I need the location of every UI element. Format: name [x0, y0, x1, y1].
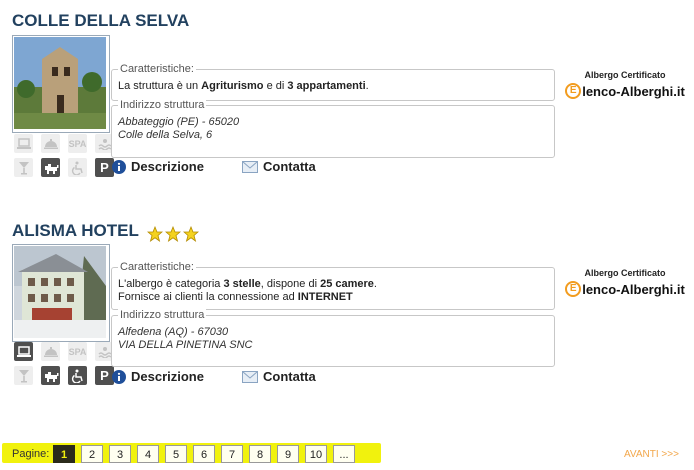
star-icon: [183, 223, 201, 242]
pagination-bar: Pagine: 1 2 3 4 5 6 7 8 9 10... AVANTI >>>: [0, 442, 694, 468]
page-button[interactable]: 10: [305, 445, 327, 463]
logo-e-icon: E: [565, 83, 582, 99]
cocktail-icon: [14, 366, 33, 385]
address-text: Abbateggio (PE) - 65020 Colle della Selv…: [112, 106, 554, 146]
amenities-grid: SPA P: [14, 134, 119, 177]
caratteristiche-box: Caratteristiche: L'albergo è categoria 3…: [111, 260, 555, 310]
amenities-grid: SPA P: [14, 342, 119, 385]
star-icon: [147, 223, 165, 242]
contatta-label[interactable]: Contatta: [263, 369, 316, 384]
hotel-photo[interactable]: [12, 244, 110, 342]
next-page-link[interactable]: AVANTI >>>: [624, 449, 679, 460]
elenco-alberghi-logo: E lenco-Alberghi.it: [562, 281, 688, 297]
contatta-link[interactable]: Contatta: [242, 159, 316, 174]
address-line-2: VIA DELLA PINETINA SNC: [118, 339, 253, 351]
caratteristiche-box: Caratteristiche: La struttura è un Agrit…: [111, 62, 555, 101]
pagination: 1 2 3 4 5 6 7 8 9 10...: [53, 445, 361, 463]
address-line-1: Alfedena (AQ) - 67030: [118, 326, 229, 338]
elenco-alberghi-logo: E lenco-Alberghi.it: [562, 83, 688, 99]
page-button[interactable]: 7: [221, 445, 243, 463]
star-rating: [147, 223, 201, 243]
logo-e-icon: E: [565, 281, 582, 297]
page-more-button[interactable]: ...: [333, 445, 355, 463]
pet-icon: [41, 366, 60, 385]
address-text: Alfedena (AQ) - 67030 VIA DELLA PINETINA…: [112, 316, 554, 356]
cert-label: Albergo Certificato: [584, 70, 666, 80]
cert-label: Albergo Certificato: [584, 268, 666, 278]
descrizione-label[interactable]: Descrizione: [131, 159, 204, 174]
descrizione-link[interactable]: Descrizione: [112, 159, 204, 174]
cert-brand: lenco-Alberghi.it: [582, 281, 685, 297]
restaurant-icon: [41, 342, 60, 361]
pagination-label: Pagine:: [12, 448, 50, 460]
hotel-listing: ALISMA HOTEL SPA P Caratteristiche: L'alb…: [0, 220, 694, 405]
wheelchair-icon: [68, 366, 87, 385]
pet-icon: [41, 158, 60, 177]
hotel-listing: COLLE DELLA SELVA SPA P Caratteristiche: …: [0, 10, 694, 195]
hotel-name[interactable]: COLLE DELLA SELVA: [12, 11, 189, 31]
contatta-link[interactable]: Contatta: [242, 369, 316, 384]
page-button[interactable]: 8: [249, 445, 271, 463]
address-line-1: Abbateggio (PE) - 65020: [118, 116, 240, 128]
address-line-2: Colle della Selva, 6: [118, 129, 213, 141]
descrizione-link[interactable]: Descrizione: [112, 369, 204, 384]
page-button[interactable]: 6: [193, 445, 215, 463]
certified-badge[interactable]: Albergo Certificato E lenco-Alberghi.it: [562, 70, 688, 99]
restaurant-icon: [41, 134, 60, 153]
info-icon: [112, 369, 126, 384]
page-button[interactable]: 3: [109, 445, 131, 463]
laptop-icon: [14, 342, 33, 361]
spa-icon: SPA: [68, 134, 87, 153]
wheelchair-icon: [68, 158, 87, 177]
descrizione-label[interactable]: Descrizione: [131, 369, 204, 384]
info-icon: [112, 159, 126, 174]
page-button[interactable]: 1: [53, 445, 75, 463]
indirizzo-box: Indirizzo struttura Alfedena (AQ) - 6703…: [111, 308, 555, 367]
page-button[interactable]: 4: [137, 445, 159, 463]
certified-badge[interactable]: Albergo Certificato E lenco-Alberghi.it: [562, 268, 688, 297]
hotel-name[interactable]: ALISMA HOTEL: [12, 221, 201, 243]
cocktail-icon: [14, 158, 33, 177]
indirizzo-box: Indirizzo struttura Abbateggio (PE) - 65…: [111, 98, 555, 158]
contatta-label[interactable]: Contatta: [263, 159, 316, 174]
indirizzo-legend: Indirizzo struttura: [118, 98, 207, 112]
spa-icon: SPA: [68, 342, 87, 361]
caratteristiche-legend: Caratteristiche:: [118, 260, 196, 274]
cert-brand: lenco-Alberghi.it: [582, 83, 685, 99]
laptop-icon: [14, 134, 33, 153]
page-button[interactable]: 9: [277, 445, 299, 463]
page-button[interactable]: 5: [165, 445, 187, 463]
hotel-name-text[interactable]: ALISMA HOTEL: [12, 221, 139, 240]
caratteristiche-legend: Caratteristiche:: [118, 62, 196, 76]
hotel-name-text[interactable]: COLLE DELLA SELVA: [12, 11, 189, 30]
hotel-photo[interactable]: [12, 35, 110, 133]
page-button[interactable]: 2: [81, 445, 103, 463]
indirizzo-legend: Indirizzo struttura: [118, 308, 207, 322]
envelope-icon: [242, 160, 258, 173]
envelope-icon: [242, 370, 258, 383]
star-icon: [165, 223, 183, 242]
features-text: L'albergo è categoria 3 stelle, dispone …: [118, 278, 377, 303]
